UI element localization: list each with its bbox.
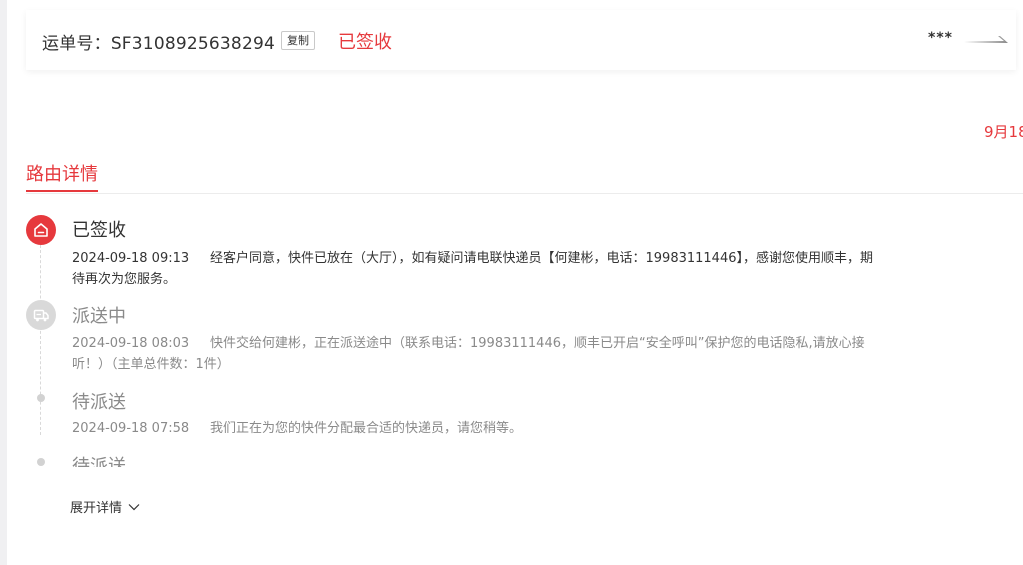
tab-active-underline (26, 190, 98, 192)
timeline-connector (40, 245, 41, 435)
event-title: 已签收 (72, 220, 126, 241)
event-title: 待派送 (72, 392, 126, 413)
waybill-value: SF3108925638294 (110, 34, 275, 54)
tab-divider (26, 193, 1023, 194)
event-desc: 快件交给何建彬，正在派送途中（联系电话：19983111446，顺丰已开启“安全… (210, 336, 865, 351)
event-title: 派送中 (72, 306, 126, 327)
recipient-masked: *** (928, 30, 953, 46)
event-time: 2024-09-18 09:13 (72, 251, 190, 266)
event-desc: 我们正在为您的快件分配最合适的快递员，请您稍等。 (210, 421, 523, 436)
copy-button[interactable]: 复制 (281, 31, 315, 50)
status-signed: 已签收 (338, 32, 392, 53)
chevron-down-icon (128, 503, 140, 510)
event-detail-cont: 待再次为您服务。 (72, 272, 177, 287)
date-label: 9月18 (984, 123, 1023, 141)
delivery-truck-icon (26, 300, 56, 330)
event-detail: 2024-09-18 08:03 快件交给何建彬，正在派送途中（联系电话：1998… (72, 333, 937, 354)
event-detail-cont: 听！）（主单总件数：1件） (72, 357, 230, 372)
left-border (0, 0, 7, 565)
event-title: 待派送 (72, 456, 126, 467)
expand-details-button[interactable]: 展开详情 (70, 497, 140, 516)
event-time: 2024-09-18 08:03 (72, 336, 190, 351)
tab-route-details[interactable]: 路由详情 (26, 160, 98, 186)
waybill-label: 运单号： (42, 34, 111, 54)
timeline-dot (37, 394, 45, 402)
waybill-header-card: 运单号：SF3108925638294 复制 已签收 *** (26, 10, 1016, 70)
expand-details-label: 展开详情 (70, 501, 123, 516)
timeline-fade-clip: 待派送 (26, 450, 426, 467)
event-time: 2024-09-18 07:58 (72, 421, 190, 436)
event-detail: 2024-09-18 09:13 经客户同意，快件已放在（大厅），如有疑问请电联快… (72, 248, 937, 269)
event-detail: 2024-09-18 07:58 我们正在为您的快件分配最合适的快递员，请您稍等。 (72, 418, 937, 439)
timeline-dot (37, 458, 45, 466)
signed-house-icon (26, 215, 56, 245)
event-desc: 经客户同意，快件已放在（大厅），如有疑问请电联快递员【何建彬，电话：199831… (210, 251, 873, 266)
route-arrow-icon (964, 36, 1008, 43)
waybill-number: 运单号：SF3108925638294 (42, 29, 275, 54)
